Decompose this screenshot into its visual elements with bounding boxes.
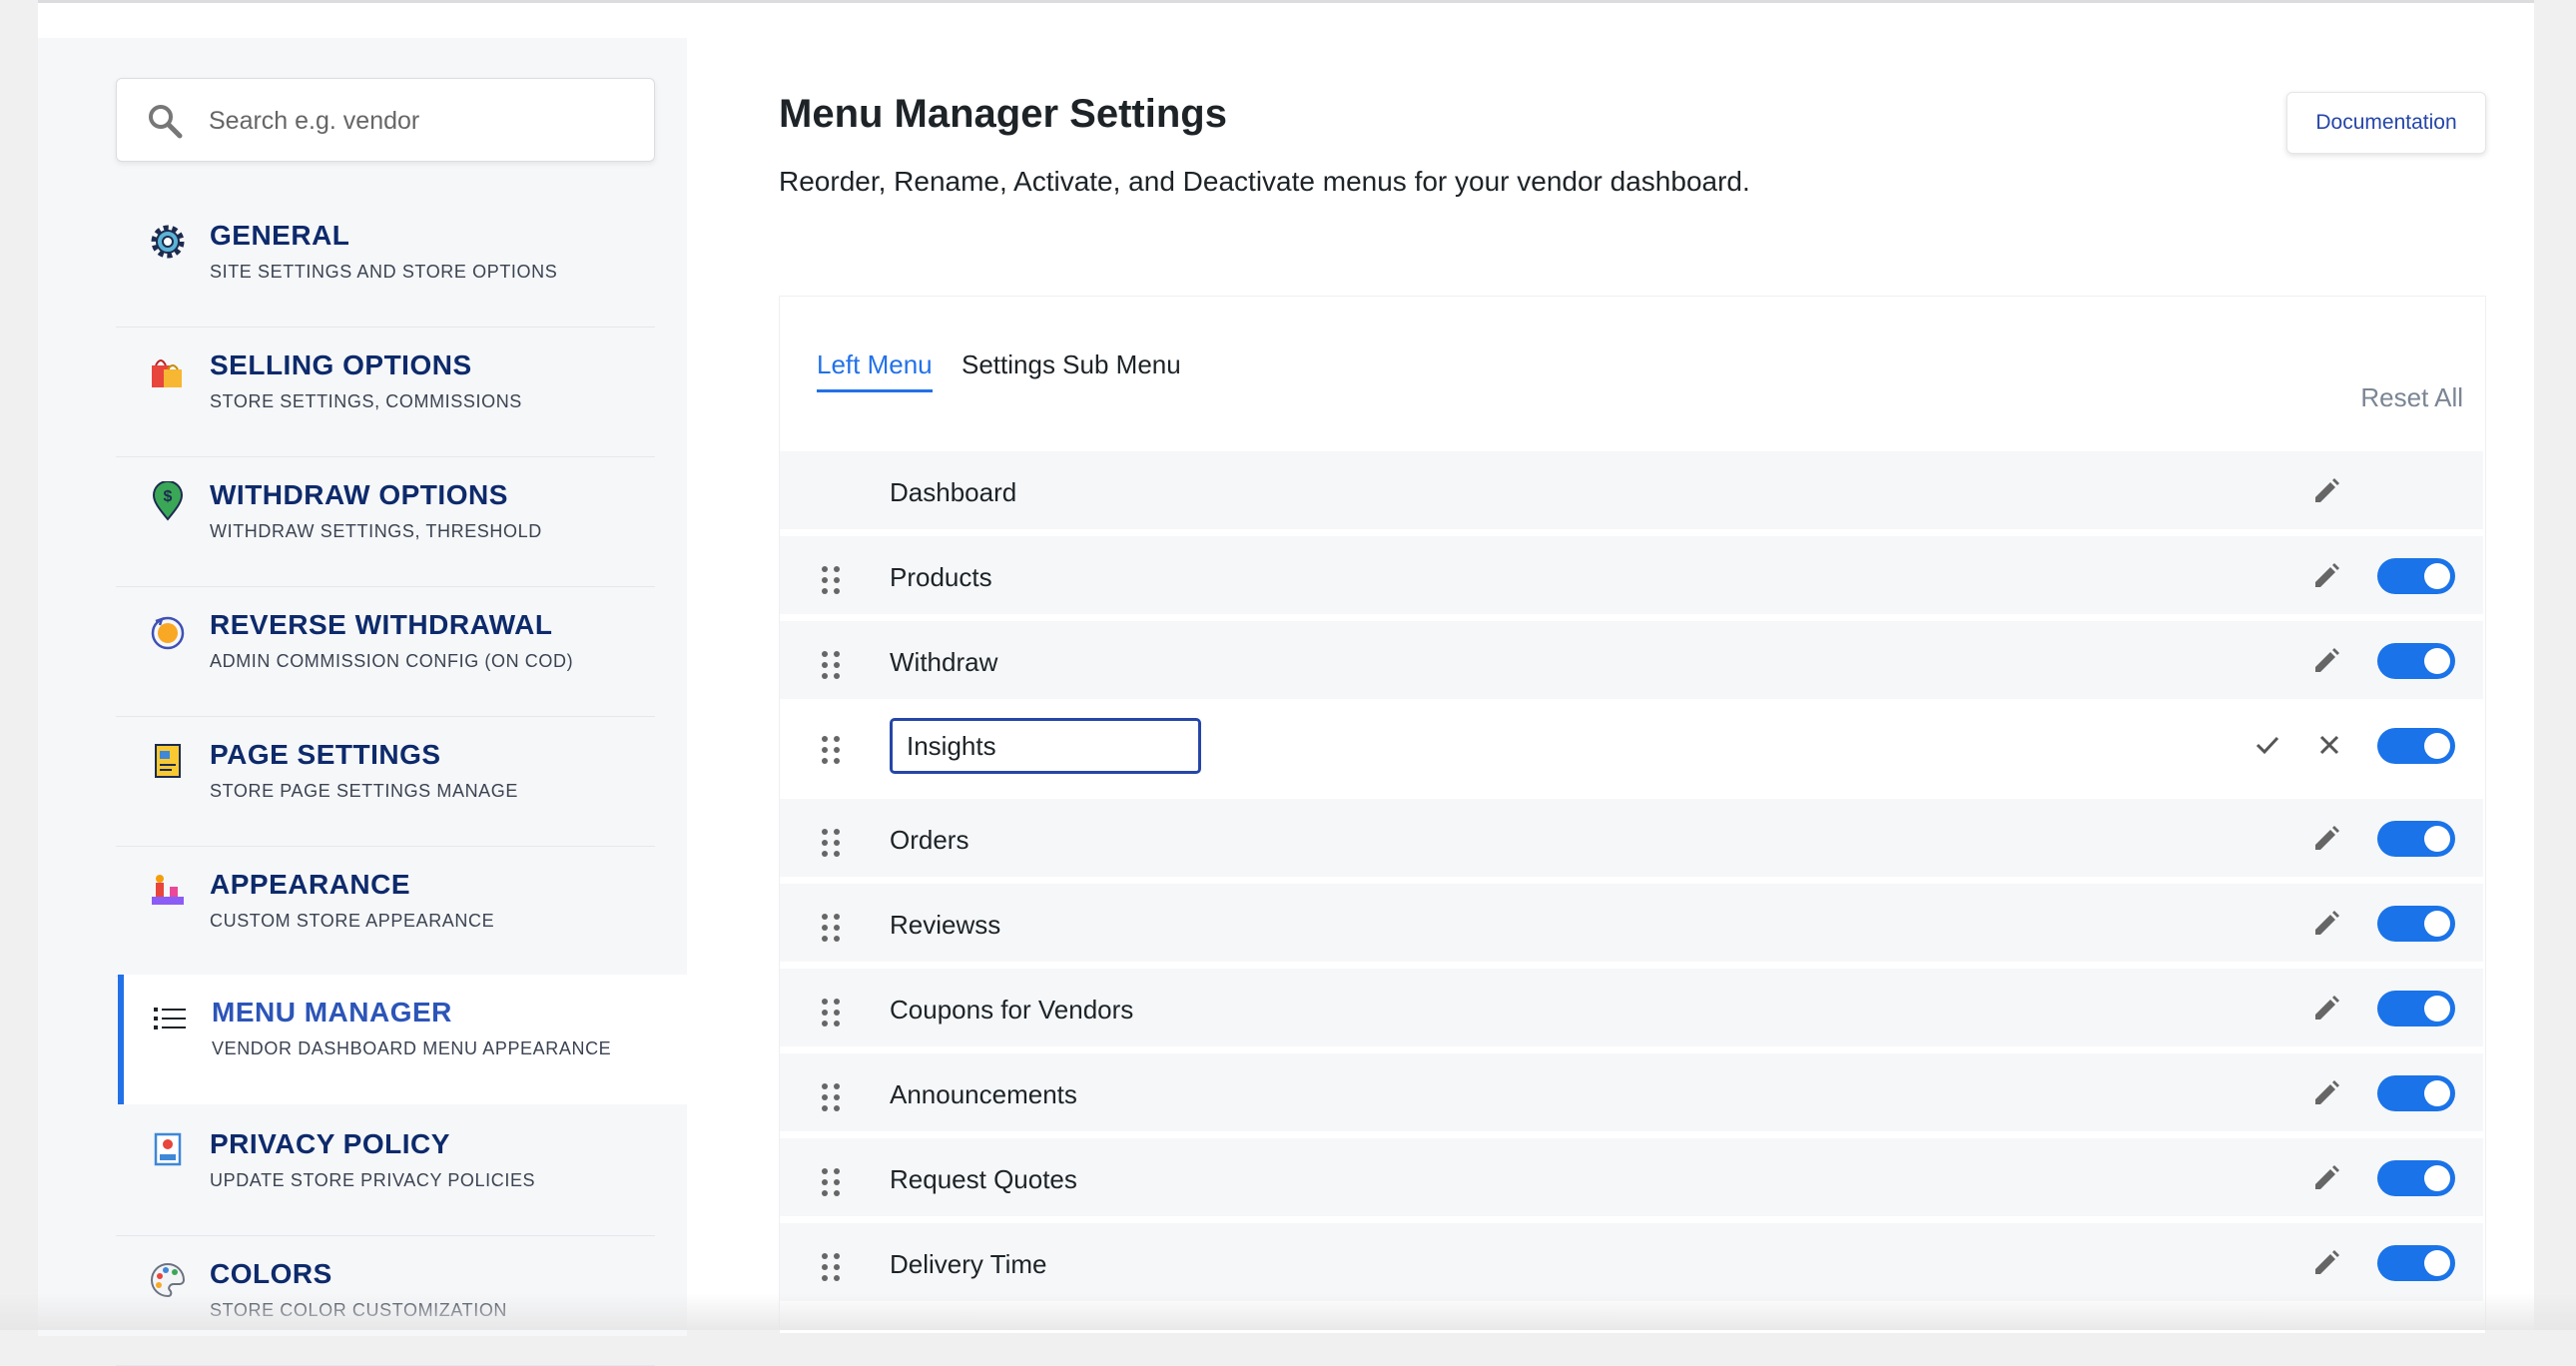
edit-icon[interactable] — [2312, 910, 2340, 938]
menu-item-label: Products — [890, 562, 992, 592]
menu-item-label: Coupons for Vendors — [890, 995, 1134, 1024]
sidebar-item-title: APPEARANCE — [210, 869, 411, 900]
menu-item-label: Reviewss — [890, 910, 1001, 940]
menu-toggle-switch[interactable] — [2377, 1245, 2455, 1281]
edit-icon[interactable] — [2312, 477, 2340, 505]
tab-settings-sub-menu[interactable]: Settings Sub Menu — [962, 349, 1181, 380]
sidebar-item-subtitle: UPDATE STORE PRIVACY POLICIES — [210, 1170, 536, 1190]
sidebar-item-subtitle: STORE PAGE SETTINGS MANAGE — [210, 781, 518, 801]
page-icon — [155, 744, 181, 778]
sidebar-item-menu-manager[interactable]: MENU MANAGER VENDOR DASHBOARD MENU APPEA… — [118, 975, 687, 1104]
menu-row-request-quotes: Request Quotes — [780, 1138, 2483, 1216]
sidebar-item-subtitle: ADMIN COMMISSION CONFIG (ON COD) — [210, 651, 574, 671]
menu-item-label: Withdraw — [890, 647, 998, 677]
documentation-button[interactable]: Documentation — [2286, 92, 2486, 154]
sidebar-item-title: PAGE SETTINGS — [210, 739, 441, 770]
reset-all-button[interactable]: Reset All — [2360, 382, 2463, 413]
sidebar-item-title: PRIVACY POLICY — [210, 1128, 450, 1159]
sidebar-item-page-settings[interactable]: PAGE SETTINGS STORE PAGE SETTINGS MANAGE — [116, 717, 655, 847]
menu-toggle-switch[interactable] — [2377, 643, 2455, 679]
edit-icon[interactable] — [2312, 1079, 2340, 1107]
drag-handle-icon[interactable] — [820, 734, 842, 766]
coin-cycle-icon — [151, 616, 185, 650]
settings-sidebar: GENERAL SITE SETTINGS AND STORE OPTIONS … — [38, 38, 687, 1366]
sidebar-item-appearance[interactable]: APPEARANCE CUSTOM STORE APPEARANCE — [116, 847, 655, 977]
menu-row-withdraw: Withdraw — [780, 621, 2483, 699]
menu-item-label: Dashboard — [890, 477, 1017, 507]
tab-left-menu[interactable]: Left Menu — [817, 349, 933, 380]
menu-toggle-switch[interactable] — [2377, 728, 2455, 764]
sidebar-item-privacy-policy[interactable]: PRIVACY POLICY UPDATE STORE PRIVACY POLI… — [116, 1106, 655, 1236]
edit-icon[interactable] — [2312, 825, 2340, 853]
menu-toggle-switch[interactable] — [2377, 906, 2455, 942]
sidebar-item-subtitle: STORE SETTINGS, COMMISSIONS — [210, 391, 522, 411]
menu-toggle-switch[interactable] — [2377, 558, 2455, 594]
search-icon — [149, 105, 183, 139]
shopping-bags-icon — [152, 359, 182, 387]
appearance-icon — [152, 875, 184, 905]
menu-row-coupons: Coupons for Vendors — [780, 969, 2483, 1046]
sidebar-item-colors[interactable]: COLORS STORE COLOR CUSTOMIZATION — [116, 1236, 655, 1366]
sidebar-item-title: COLORS — [210, 1258, 332, 1289]
search-input[interactable] — [207, 79, 630, 163]
drag-handle-icon[interactable] — [820, 1251, 842, 1283]
menu-item-label: Announcements — [890, 1079, 1077, 1109]
menu-toggle-switch[interactable] — [2377, 821, 2455, 857]
menu-row-announcements: Announcements — [780, 1053, 2483, 1131]
menu-toggle-switch[interactable] — [2377, 1160, 2455, 1196]
palette-icon — [151, 1262, 186, 1298]
sidebar-item-subtitle: WITHDRAW SETTINGS, THRESHOLD — [210, 521, 542, 541]
drag-handle-icon[interactable] — [820, 827, 842, 859]
svg-text:$: $ — [164, 488, 173, 505]
menu-item-label: Orders — [890, 825, 969, 855]
edit-icon[interactable] — [2312, 647, 2340, 675]
sidebar-item-title: GENERAL — [210, 220, 350, 251]
menu-toggle-switch[interactable] — [2377, 1075, 2455, 1111]
menu-row-insights-editing — [780, 706, 2483, 784]
dollar-pin-icon: $ — [152, 481, 184, 521]
menu-row-products: Products — [780, 536, 2483, 614]
sidebar-item-title: SELLING OPTIONS — [210, 349, 472, 380]
gear-icon — [151, 225, 185, 259]
page-title: Menu Manager Settings — [779, 92, 1227, 136]
rename-menu-input[interactable] — [890, 718, 1201, 774]
list-icon — [154, 1008, 186, 1029]
sidebar-item-selling-options[interactable]: SELLING OPTIONS STORE SETTINGS, COMMISSI… — [116, 328, 655, 457]
edit-icon[interactable] — [2312, 1164, 2340, 1192]
close-icon[interactable] — [2314, 730, 2344, 760]
drag-handle-icon[interactable] — [820, 1166, 842, 1198]
sidebar-item-title: MENU MANAGER — [212, 997, 452, 1027]
page-description: Reorder, Rename, Activate, and Deactivat… — [779, 166, 1750, 197]
sidebar-item-subtitle: VENDOR DASHBOARD MENU APPEARANCE — [212, 1038, 612, 1058]
drag-handle-icon[interactable] — [820, 912, 842, 944]
privacy-icon — [154, 1132, 182, 1166]
menu-item-label: Delivery Time — [890, 1249, 1047, 1279]
sidebar-item-subtitle: SITE SETTINGS AND STORE OPTIONS — [210, 262, 558, 282]
check-icon[interactable] — [2253, 730, 2282, 760]
edit-icon[interactable] — [2312, 995, 2340, 1023]
active-tab-indicator — [817, 389, 933, 392]
drag-handle-icon[interactable] — [820, 997, 842, 1028]
edit-icon[interactable] — [2312, 562, 2340, 590]
menu-row-delivery-time: Delivery Time — [780, 1223, 2483, 1301]
menu-row-dashboard: Dashboard — [780, 451, 2483, 529]
drag-handle-icon[interactable] — [820, 1081, 842, 1113]
sidebar-item-title: WITHDRAW OPTIONS — [210, 479, 508, 510]
menu-item-label: Request Quotes — [890, 1164, 1077, 1194]
menu-row-orders: Orders — [780, 799, 2483, 877]
search-box[interactable] — [116, 78, 655, 163]
menu-toggle-switch[interactable] — [2377, 991, 2455, 1026]
sidebar-item-title: REVERSE WITHDRAWAL — [210, 609, 553, 640]
drag-handle-icon[interactable] — [820, 649, 842, 681]
menu-row-reviews: Reviewss — [780, 884, 2483, 962]
drag-handle-icon[interactable] — [820, 564, 842, 596]
sidebar-item-reverse-withdrawal[interactable]: REVERSE WITHDRAWAL ADMIN COMMISSION CONF… — [116, 587, 655, 717]
edit-icon[interactable] — [2312, 1249, 2340, 1277]
sidebar-item-withdraw-options[interactable]: $ WITHDRAW OPTIONS WITHDRAW SETTINGS, TH… — [116, 457, 655, 587]
sidebar-item-general[interactable]: GENERAL SITE SETTINGS AND STORE OPTIONS — [116, 198, 655, 328]
sidebar-item-subtitle: CUSTOM STORE APPEARANCE — [210, 911, 495, 931]
sidebar-item-subtitle: STORE COLOR CUSTOMIZATION — [210, 1300, 508, 1320]
